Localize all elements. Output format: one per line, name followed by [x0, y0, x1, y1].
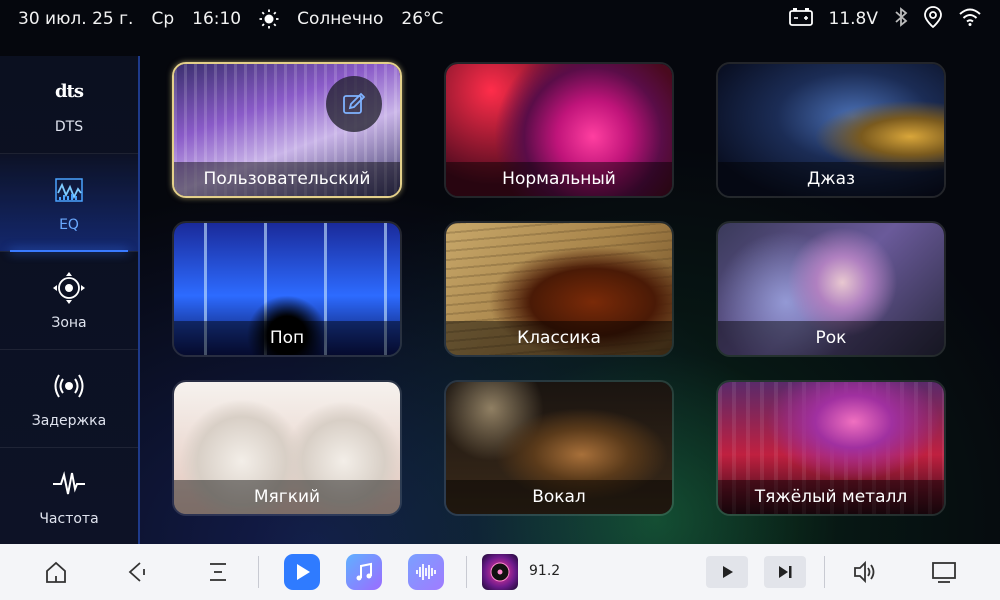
edit-button[interactable] — [326, 76, 382, 132]
preset-label: Джаз — [718, 162, 944, 196]
location-icon — [924, 5, 942, 33]
preset-soft[interactable]: Мягкий — [172, 380, 402, 516]
volume-button[interactable] — [846, 554, 882, 590]
video-player-app[interactable] — [284, 554, 320, 590]
preset-rock[interactable]: Рок — [716, 221, 946, 357]
menu-icon — [210, 563, 226, 581]
frequency-icon — [52, 467, 86, 501]
preset-classic[interactable]: Классика — [444, 221, 674, 357]
bluetooth-icon — [894, 6, 908, 32]
sidebar-item-eq[interactable]: EQ — [0, 154, 138, 252]
radio-icon — [490, 562, 510, 582]
menu-button[interactable] — [200, 554, 236, 590]
status-weather: Солнечно — [297, 9, 384, 29]
divider — [258, 556, 259, 588]
preset-label: Рок — [718, 321, 944, 355]
preset-vocal[interactable]: Вокал — [444, 380, 674, 516]
eq-preset-grid: Пользовательский Нормальный Джаз Поп Кла… — [172, 62, 946, 516]
preset-label: Пользовательский — [174, 162, 400, 196]
sidebar-item-label: EQ — [59, 216, 79, 233]
sidebar-item-label: Частота — [39, 511, 99, 527]
sidebar-item-label: Задержка — [31, 412, 107, 429]
preset-label: Тяжёлый металл — [718, 480, 944, 514]
music-app[interactable] — [346, 554, 382, 590]
back-button[interactable] — [118, 554, 154, 590]
screen-button[interactable] — [926, 554, 962, 590]
sidebar-item-frequency[interactable]: Частота — [0, 448, 138, 546]
dts-logo: dts — [54, 81, 84, 102]
preset-heavy-metal[interactable]: Тяжёлый металл — [716, 380, 946, 516]
play-icon — [723, 566, 733, 578]
sun-icon — [259, 9, 279, 29]
status-weekday: Ср — [151, 9, 175, 29]
edit-icon — [343, 92, 366, 114]
sidebar-item-label: Зона — [51, 314, 87, 331]
sidebar-item-dts[interactable]: dts DTS — [0, 56, 138, 154]
home-button[interactable] — [38, 554, 74, 590]
preset-label: Вокал — [446, 480, 672, 514]
equalizer-icon — [52, 173, 86, 207]
preset-custom[interactable]: Пользовательский — [172, 62, 402, 198]
next-icon — [779, 566, 792, 578]
preset-normal[interactable]: Нормальный — [444, 62, 674, 198]
divider — [824, 556, 825, 588]
home-icon — [46, 561, 66, 583]
radio-frequency: 91.2 — [529, 563, 561, 579]
back-icon — [128, 562, 145, 582]
preset-label: Нормальный — [446, 162, 672, 196]
music-icon — [356, 562, 372, 581]
voice-icon — [416, 564, 436, 580]
video-player-icon — [297, 564, 310, 580]
radio-app[interactable] — [482, 554, 518, 590]
screen-icon — [932, 562, 956, 583]
preset-pop[interactable]: Поп — [172, 221, 402, 357]
battery-icon — [788, 7, 813, 31]
sidebar-item-delay[interactable]: Задержка — [0, 350, 138, 448]
sidebar-item-label: DTS — [54, 118, 84, 135]
sidebar: dts DTS EQ Зона Задержка Частота — [0, 56, 140, 544]
delay-icon — [52, 369, 86, 403]
play-button[interactable] — [706, 556, 748, 588]
status-temperature: 26°C — [401, 9, 444, 29]
sidebar-item-zone[interactable]: Зона — [0, 252, 138, 350]
volume-icon — [854, 560, 875, 584]
zone-icon — [52, 271, 86, 305]
preset-label: Классика — [446, 321, 672, 355]
preset-label: Поп — [174, 321, 400, 355]
status-time: 16:10 — [192, 9, 242, 29]
divider — [466, 556, 467, 588]
status-voltage: 11.8V — [828, 9, 878, 29]
preset-label: Мягкий — [174, 480, 400, 514]
voice-app[interactable] — [408, 554, 444, 590]
next-button[interactable] — [764, 556, 806, 588]
wifi-icon — [958, 8, 982, 31]
status-bar: 30 июл. 25 г. Ср 16:10 Солнечно 26°C 11.… — [0, 0, 1000, 38]
bottom-nav-bar: 91.2 — [0, 544, 1000, 600]
status-date: 30 июл. 25 г. — [18, 9, 134, 29]
preset-jazz[interactable]: Джаз — [716, 62, 946, 198]
